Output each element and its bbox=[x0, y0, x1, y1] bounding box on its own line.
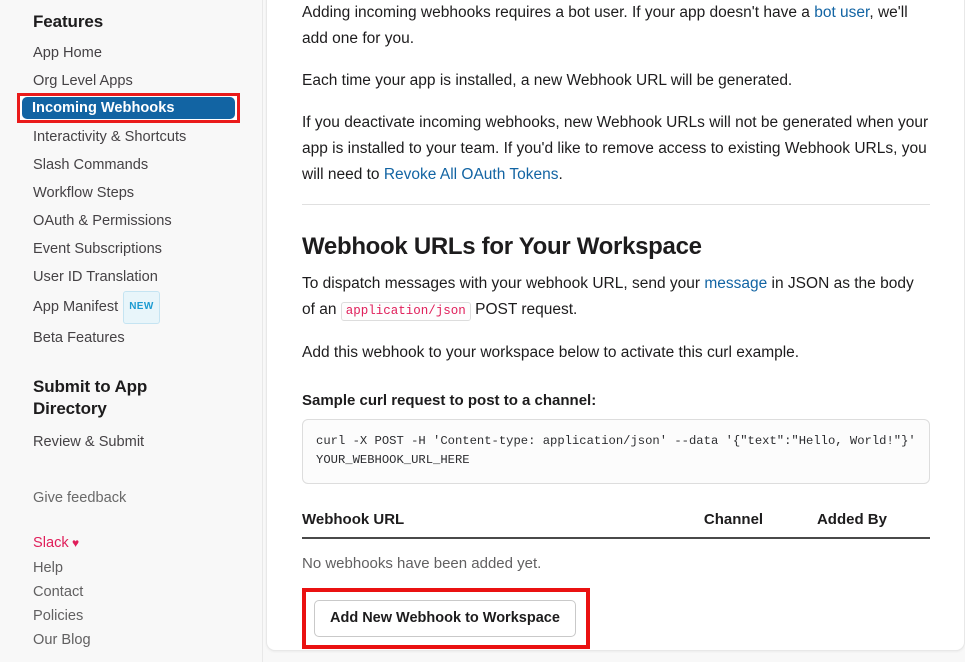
sidebar-item-oauth-permissions[interactable]: OAuth & Permissions bbox=[33, 207, 262, 235]
webhooks-table: Webhook URL Channel Added By bbox=[302, 511, 930, 539]
content-panel: Adding incoming webhooks requires a bot … bbox=[266, 0, 965, 651]
sidebar-feedback-group: Give feedback bbox=[33, 484, 262, 512]
sidebar-footer-links: Slack ♥ Help Contact Policies Our Blog bbox=[33, 530, 262, 652]
table-header-channel: Channel bbox=[704, 511, 817, 538]
label-sample-curl-request: Sample curl request to post to a channel… bbox=[302, 392, 930, 409]
sidebar-features-list: App Home Org Level Apps Incoming Webhook… bbox=[33, 39, 262, 352]
section-divider bbox=[302, 204, 930, 205]
annotation-box-incoming-webhooks: Incoming Webhooks bbox=[17, 93, 240, 123]
section-heading-webhook-urls: Webhook URLs for Your Workspace bbox=[302, 233, 930, 261]
link-bot-user[interactable]: bot user bbox=[814, 4, 869, 21]
table-header-webhook-url: Webhook URL bbox=[302, 511, 704, 538]
sidebar-item-slack[interactable]: Slack ♥ bbox=[33, 530, 262, 556]
sidebar-item-policies[interactable]: Policies bbox=[33, 604, 262, 628]
paragraph-activate-curl-example: Add this webhook to your workspace below… bbox=[302, 340, 930, 366]
paragraph-dispatch-text-c: POST request. bbox=[471, 301, 578, 318]
sidebar-item-review-submit[interactable]: Review & Submit bbox=[33, 428, 262, 456]
empty-state-message: No webhooks have been added yet. bbox=[302, 555, 930, 572]
sidebar-item-interactivity-shortcuts[interactable]: Interactivity & Shortcuts bbox=[33, 123, 262, 151]
heart-icon: ♥ bbox=[69, 536, 79, 550]
paragraph-deactivate-webhooks: If you deactivate incoming webhooks, new… bbox=[302, 110, 930, 188]
table-header-added-by: Added By bbox=[817, 511, 930, 538]
link-message[interactable]: message bbox=[704, 275, 767, 292]
paragraph-dispatch-messages: To dispatch messages with your webhook U… bbox=[302, 271, 930, 324]
sidebar-item-our-blog[interactable]: Our Blog bbox=[33, 628, 262, 652]
page-root: Features App Home Org Level Apps Incomin… bbox=[0, 0, 965, 662]
webhooks-table-head: Webhook URL Channel Added By bbox=[302, 511, 930, 538]
sidebar-item-org-level-apps[interactable]: Org Level Apps bbox=[33, 67, 262, 95]
sidebar-item-app-manifest-label: App Manifest bbox=[33, 299, 118, 315]
add-new-webhook-to-workspace-button[interactable]: Add New Webhook to Workspace bbox=[314, 600, 576, 637]
sidebar-item-give-feedback[interactable]: Give feedback bbox=[33, 484, 262, 512]
content-inner: Adding incoming webhooks requires a bot … bbox=[267, 0, 964, 649]
sidebar-item-incoming-webhooks[interactable]: Incoming Webhooks bbox=[22, 97, 235, 119]
sidebar-item-workflow-steps[interactable]: Workflow Steps bbox=[33, 179, 262, 207]
new-badge: NEW bbox=[123, 291, 160, 324]
paragraph-deactivate-text-b: . bbox=[558, 166, 562, 183]
code-block-curl-sample[interactable]: curl -X POST -H 'Content-type: applicati… bbox=[302, 419, 930, 484]
sidebar-item-incoming-webhooks-label: Incoming Webhooks bbox=[32, 97, 174, 119]
annotation-box-add-webhook: Add New Webhook to Workspace bbox=[302, 588, 590, 649]
sidebar-section-title-features: Features bbox=[33, 11, 262, 33]
sidebar-item-beta-features[interactable]: Beta Features bbox=[33, 324, 262, 352]
sidebar-submit-list: Review & Submit bbox=[33, 428, 262, 456]
paragraph-new-url-each-install: Each time your app is installed, a new W… bbox=[302, 68, 930, 94]
paragraph-bot-user-requirement: Adding incoming webhooks requires a bot … bbox=[302, 0, 930, 52]
webhooks-table-header-row: Webhook URL Channel Added By bbox=[302, 511, 930, 538]
paragraph-bot-user-text-a: Adding incoming webhooks requires a bot … bbox=[302, 4, 814, 21]
sidebar-item-user-id-translation[interactable]: User ID Translation bbox=[33, 263, 262, 291]
sidebar-item-app-manifest[interactable]: App Manifest NEW bbox=[33, 291, 262, 324]
link-revoke-all-oauth-tokens[interactable]: Revoke All OAuth Tokens bbox=[384, 166, 559, 183]
sidebar-item-help[interactable]: Help bbox=[33, 556, 262, 580]
sidebar-item-event-subscriptions[interactable]: Event Subscriptions bbox=[33, 235, 262, 263]
sidebar-item-contact[interactable]: Contact bbox=[33, 580, 262, 604]
sidebar: Features App Home Org Level Apps Incomin… bbox=[0, 0, 263, 662]
sidebar-item-slack-label: Slack bbox=[33, 535, 69, 551]
sidebar-item-slash-commands[interactable]: Slash Commands bbox=[33, 151, 262, 179]
sidebar-item-app-home[interactable]: App Home bbox=[33, 39, 262, 67]
sidebar-section-title-submit: Submit to App Directory bbox=[33, 376, 168, 420]
paragraph-dispatch-text-a: To dispatch messages with your webhook U… bbox=[302, 275, 704, 292]
inline-code-content-type: application/json bbox=[341, 302, 471, 321]
